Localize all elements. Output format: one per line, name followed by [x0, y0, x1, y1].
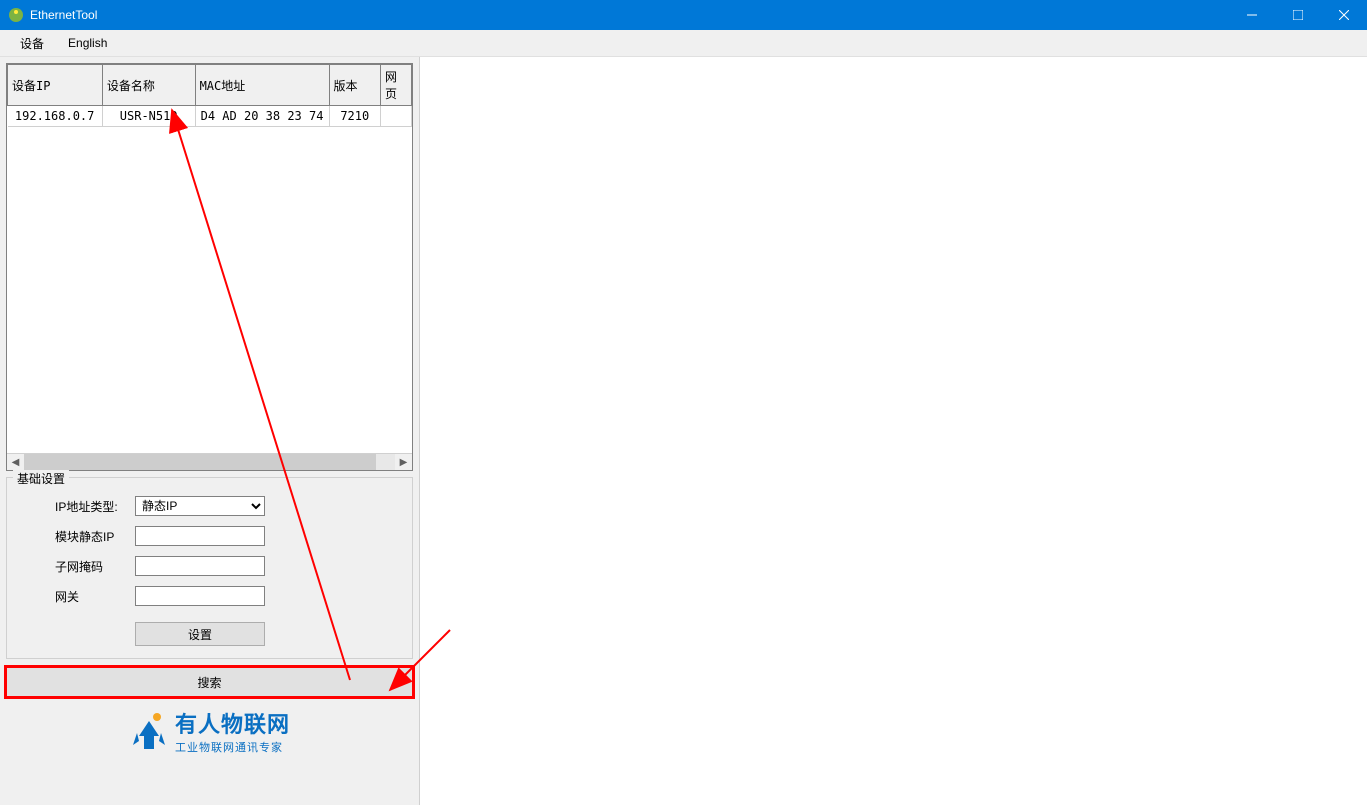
- maximize-button[interactable]: [1275, 0, 1321, 30]
- close-button[interactable]: [1321, 0, 1367, 30]
- search-button[interactable]: 搜索: [6, 667, 413, 697]
- gateway-label: 网关: [55, 588, 135, 605]
- subnet-label: 子网掩码: [55, 558, 135, 575]
- cell-name: USR-N510: [102, 106, 195, 127]
- menu-english[interactable]: English: [56, 32, 119, 54]
- scroll-thumb[interactable]: [24, 454, 376, 470]
- horizontal-scrollbar[interactable]: ◀ ▶: [7, 453, 412, 470]
- device-table[interactable]: 设备IP 设备名称 MAC地址 版本 网页 192.168.0.7 USR-N5…: [7, 64, 412, 127]
- group-title: 基础设置: [13, 470, 69, 487]
- scroll-left-arrow[interactable]: ◀: [7, 454, 24, 471]
- col-name[interactable]: 设备名称: [102, 65, 195, 106]
- logo-icon: [129, 711, 169, 751]
- ip-type-label: IP地址类型:: [55, 498, 135, 515]
- ip-type-select[interactable]: 静态IP: [135, 496, 265, 516]
- titlebar: EthernetTool: [0, 0, 1367, 30]
- basic-settings-group: 基础设置 IP地址类型: 静态IP 模块静态IP 子网掩码 网关 设置: [6, 477, 413, 659]
- cell-mac: D4 AD 20 38 23 74: [195, 106, 329, 127]
- device-table-container: 设备IP 设备名称 MAC地址 版本 网页 192.168.0.7 USR-N5…: [6, 63, 413, 471]
- subnet-input[interactable]: [135, 556, 265, 576]
- static-ip-input[interactable]: [135, 526, 265, 546]
- table-row[interactable]: 192.168.0.7 USR-N510 D4 AD 20 38 23 74 7…: [8, 106, 412, 127]
- col-version[interactable]: 版本: [329, 65, 381, 106]
- scroll-right-arrow[interactable]: ▶: [395, 454, 412, 471]
- minimize-button[interactable]: [1229, 0, 1275, 30]
- col-web[interactable]: 网页: [381, 65, 412, 106]
- logo-text-sub: 工业物联网通讯专家: [175, 739, 290, 755]
- menu-device[interactable]: 设备: [8, 31, 56, 56]
- cell-ip: 192.168.0.7: [8, 106, 103, 127]
- gateway-input[interactable]: [135, 586, 265, 606]
- app-icon: [8, 7, 24, 23]
- logo-area: 有人物联网 工业物联网通讯专家: [6, 703, 413, 759]
- scroll-track[interactable]: [24, 454, 395, 470]
- left-panel: 设备IP 设备名称 MAC地址 版本 网页 192.168.0.7 USR-N5…: [0, 57, 420, 805]
- menubar: 设备 English: [0, 30, 1367, 57]
- static-ip-label: 模块静态IP: [55, 528, 135, 545]
- set-button[interactable]: 设置: [135, 622, 265, 646]
- col-ip[interactable]: 设备IP: [8, 65, 103, 106]
- col-mac[interactable]: MAC地址: [195, 65, 329, 106]
- logo-text-main: 有人物联网: [175, 707, 290, 739]
- app-title: EthernetTool: [30, 8, 97, 22]
- cell-web: [381, 106, 412, 127]
- cell-version: 7210: [329, 106, 381, 127]
- right-panel: [420, 57, 1367, 805]
